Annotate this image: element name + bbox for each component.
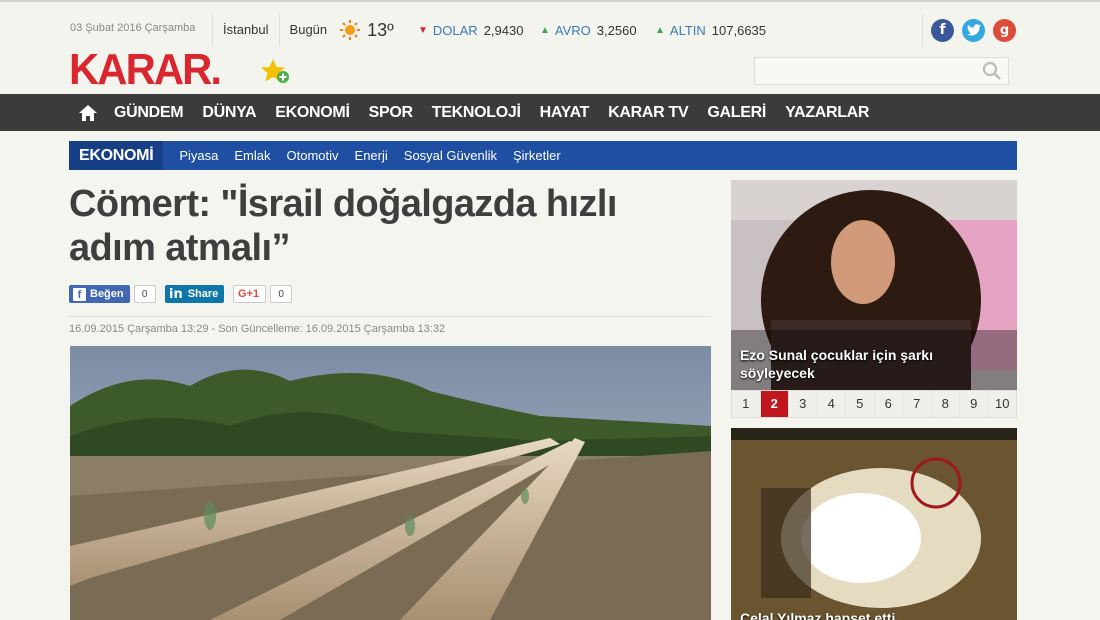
section-item-sosyal-guvenlik[interactable]: Sosyal Güvenlik	[404, 148, 497, 163]
section-item-otomotiv[interactable]: Otomotiv	[287, 148, 339, 163]
market-value: 107,6635	[711, 23, 767, 38]
video-still-photo	[731, 428, 1017, 620]
article-meta: 16.09.2015 Çarşamba 13:29 - Son Güncelle…	[69, 323, 446, 335]
linkedin-icon: in	[169, 286, 183, 302]
section-nav: EKONOMİ Piyasa Emlak Otomotiv Enerji Sos…	[69, 141, 1017, 170]
pager-page-3[interactable]: 3	[789, 391, 818, 417]
market-value: 3,2560	[596, 23, 637, 38]
weather-city[interactable]: İstanbul	[213, 14, 280, 46]
market-avro[interactable]: ▲ AVRO 3,2560	[540, 23, 637, 38]
pager-page-8[interactable]: 8	[932, 391, 960, 417]
facebook-icon: f	[73, 287, 86, 301]
linkedin-share[interactable]: in Share	[165, 285, 225, 303]
up-arrow-icon: ▲	[540, 25, 550, 36]
pipeline-photo	[70, 346, 711, 620]
nav-item-gundem[interactable]: GÜNDEM	[114, 104, 184, 122]
pager-page-10[interactable]: 10	[989, 391, 1017, 417]
nav-item-teknoloji[interactable]: TEKNOLOJİ	[432, 104, 521, 122]
weather-widget[interactable]: İstanbul Bugün 13º	[212, 14, 394, 46]
google-plus-button[interactable]: G+1	[233, 285, 267, 303]
pager-page-7[interactable]: 7	[903, 391, 932, 417]
section-title[interactable]: EKONOMİ	[69, 141, 164, 170]
facebook-like[interactable]: f Beğen 0	[69, 285, 156, 303]
pager-page-4[interactable]: 4	[818, 391, 846, 417]
market-altin[interactable]: ▲ ALTIN 107,6635	[655, 23, 766, 38]
nav-item-dunya[interactable]: DÜNYA	[202, 104, 256, 122]
favorite-star-icon[interactable]	[260, 58, 290, 86]
facebook-icon[interactable]: f	[931, 18, 954, 42]
linkedin-share-label: Share	[187, 288, 219, 300]
top-bar: 03 Şubat 2016 Çarşamba İstanbul Bugün 13…	[0, 0, 1100, 94]
main-nav: GÜNDEM DÜNYA EKONOMİ SPOR TEKNOLOJİ HAYA…	[0, 94, 1100, 131]
facebook-like-button[interactable]: f Beğen	[69, 285, 130, 303]
market-dolar[interactable]: ▼ DOLAR 2,9430	[418, 23, 523, 38]
divider	[69, 316, 711, 317]
nav-item-ekonomi[interactable]: EKONOMİ	[275, 104, 350, 122]
pager-page-2[interactable]: 2	[760, 391, 789, 417]
market-name: AVRO	[554, 23, 591, 38]
nav-item-yazarlar[interactable]: YAZARLAR	[785, 104, 869, 122]
nav-item-karar-tv[interactable]: KARAR TV	[608, 104, 689, 122]
nav-item-galeri[interactable]: GALERİ	[707, 104, 766, 122]
current-date: 03 Şubat 2016 Çarşamba	[70, 22, 196, 34]
linkedin-share-button[interactable]: in Share	[165, 285, 225, 303]
pager-page-6[interactable]: 6	[875, 391, 903, 417]
pager-page-5[interactable]: 5	[846, 391, 875, 417]
article-image	[70, 346, 711, 620]
section-item-enerji[interactable]: Enerji	[355, 148, 388, 163]
site-logo[interactable]: KARAR.	[69, 48, 222, 92]
social-links: f g	[922, 14, 1020, 46]
slider-pager: 1 2 3 4 5 6 7 8 9 10	[731, 390, 1017, 418]
google-plus-share[interactable]: G+1 0	[233, 285, 293, 303]
featured-story-1[interactable]: Ezo Sunal çocuklar için şarkı söyleyecek	[731, 180, 1017, 390]
section-item-sirketler[interactable]: Şirketler	[513, 148, 561, 163]
featured-headline-1[interactable]: Ezo Sunal çocuklar için şarkı söyleyecek	[740, 346, 1000, 382]
facebook-like-label: Beğen	[90, 288, 124, 300]
google-plus-icon[interactable]: g	[993, 18, 1016, 42]
pager-page-1[interactable]: 1	[732, 391, 761, 417]
market-name: ALTIN	[669, 23, 706, 38]
section-item-piyasa[interactable]: Piyasa	[179, 148, 218, 163]
nav-item-hayat[interactable]: HAYAT	[540, 104, 590, 122]
home-icon[interactable]	[78, 103, 98, 123]
down-arrow-icon: ▼	[418, 25, 428, 36]
twitter-icon[interactable]	[962, 18, 985, 42]
nav-item-spor[interactable]: SPOR	[369, 104, 413, 122]
featured-headline-2[interactable]: Celal Yılmaz hapset etti	[740, 610, 895, 620]
market-value: 2,9430	[483, 23, 524, 38]
featured-story-2[interactable]: Celal Yılmaz hapset etti	[731, 428, 1017, 620]
google-plus-count: 0	[270, 285, 293, 303]
article-title: Cömert: "İsrail doğalgazda hızlı adım at…	[69, 183, 617, 269]
section-item-emlak[interactable]: Emlak	[234, 148, 270, 163]
sun-icon	[340, 20, 361, 40]
search-icon[interactable]	[982, 61, 1002, 81]
search-input[interactable]	[754, 57, 1009, 85]
weather-temp: 13º	[367, 19, 394, 40]
up-arrow-icon: ▲	[655, 25, 665, 36]
market-name: DOLAR	[432, 23, 478, 38]
pager-page-9[interactable]: 9	[960, 391, 989, 417]
facebook-like-count: 0	[133, 285, 156, 303]
weather-day: Bugün	[289, 22, 328, 37]
